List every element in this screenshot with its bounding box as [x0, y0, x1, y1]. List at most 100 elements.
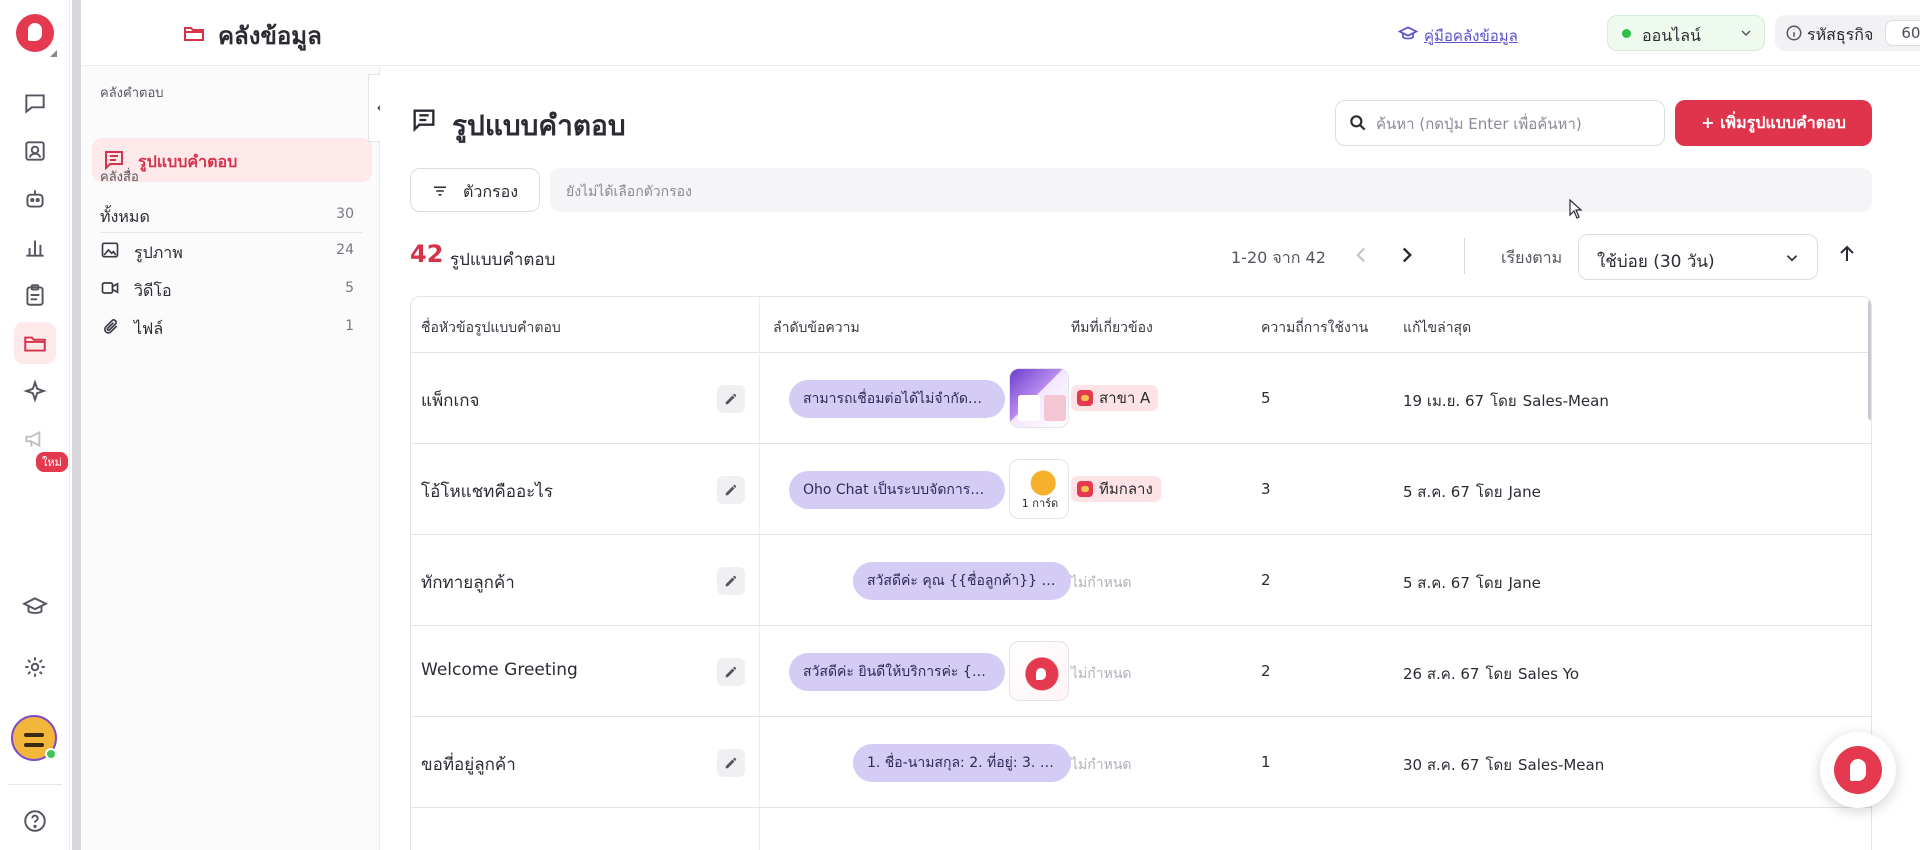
add-answer-template-button[interactable]: + เพิ่มรูปแบบคำตอบ: [1675, 100, 1872, 146]
rail-settings-button[interactable]: [14, 646, 56, 688]
message-preview: สามารถเชื่อมต่อได้ไม่จำกัดจำนวน...: [789, 380, 1005, 418]
sidebar-divider: [100, 232, 362, 233]
team-unassigned: ไม่กำหนด: [1071, 666, 1132, 682]
library-sidebar: คลังคำตอบ รูปแบบคำตอบ คลังสื่อ ทั้งหมด 3…: [82, 66, 380, 850]
no-filter-text: ยังไม่ได้เลือกตัวกรอง: [566, 184, 692, 200]
usage-frequency: 5: [1261, 389, 1271, 407]
answer-templates-table: ชื่อหัวข้อรูปแบบคำตอบ ลำดับข้อความ ทีมที…: [410, 296, 1872, 850]
pager-divider: [1464, 238, 1465, 274]
online-status-dot: [45, 748, 57, 760]
sidebar-item-count: 30: [336, 206, 354, 222]
sidebar-item-videos[interactable]: วิดีโอ 5: [100, 274, 362, 304]
rail-learning-button[interactable]: [14, 586, 56, 628]
business-id-code[interactable]: 601438: [1885, 20, 1920, 46]
online-status-select[interactable]: ออนไลน์: [1607, 15, 1765, 51]
rail-contacts-button[interactable]: [14, 130, 56, 172]
sidebar-item-label: รูปภาพ: [134, 243, 183, 262]
rail-bot-button[interactable]: [14, 178, 56, 220]
sidebar-section-media: คลังสื่อ: [100, 170, 139, 185]
pagination-text: 1-20 จาก 42: [1231, 248, 1326, 267]
message-image-thumbnail: [1009, 641, 1069, 701]
edit-button[interactable]: [717, 749, 745, 777]
template-name: แพ็กเกจ: [421, 391, 480, 411]
filter-icon: [434, 186, 446, 196]
editor-name: Sales-Mean: [1518, 756, 1605, 774]
arrow-up-icon[interactable]: [1835, 242, 1859, 266]
table-scrollbar[interactable]: [1868, 300, 1871, 420]
table-row[interactable]: แพ็กเกจ สามารถเชื่อมต่อได้ไม่จำกัดจำนวน.…: [411, 353, 1871, 444]
rail-task-button[interactable]: [14, 274, 56, 316]
graduation-cap-icon: [1398, 26, 1418, 40]
rail-report-button[interactable]: [14, 226, 56, 268]
rail-scrollbar[interactable]: [72, 0, 81, 850]
status-text: ออนไลน์: [1642, 26, 1701, 45]
edited-by-label: โดย: [1475, 483, 1503, 501]
sort-select[interactable]: ใช้บ่อย (30 วัน): [1578, 234, 1818, 280]
bot-icon: [26, 190, 44, 208]
sparkle-icon: [23, 379, 47, 403]
edited-by-label: โดย: [1485, 665, 1513, 683]
page-section-title: คลังข้อมูล: [218, 22, 322, 50]
col-header-frequency[interactable]: ความถี่การใช้งาน: [1261, 317, 1368, 339]
edited-by-label: โดย: [1490, 392, 1517, 410]
sort-value: ใช้บ่อย (30 วัน): [1597, 252, 1715, 272]
rail-library-button[interactable]: [14, 322, 56, 364]
team-icon: [1077, 481, 1093, 497]
info-icon: [1786, 25, 1802, 41]
oho-logo-icon[interactable]: [16, 14, 54, 52]
edit-date: 5 ส.ค. 67: [1403, 483, 1470, 501]
table-row[interactable]: โอ้โหแชทคืออะไร Oho Chat เป็นระบบจัดการแ…: [411, 444, 1871, 535]
page-title: รูปแบบคำตอบ: [452, 109, 626, 142]
table-row[interactable]: ขอที่อยู่ลูกค้า 1. ชื่อ-นามสกุล: 2. ที่อ…: [411, 717, 1871, 808]
col-header-last-edited[interactable]: แก้ไขล่าสุด: [1403, 317, 1471, 339]
rail-help-button[interactable]: [14, 800, 56, 842]
edit-button[interactable]: [717, 385, 745, 413]
icon-rail: ใหม่: [0, 0, 70, 850]
video-icon: [101, 282, 119, 294]
pencil-icon: [725, 575, 737, 587]
main-content: รูปแบบคำตอบ + เพิ่มรูปแบบคำตอบ ตัวกรอง ย…: [380, 66, 1920, 850]
usage-frequency: 2: [1261, 571, 1271, 589]
sidebar-item-label: รูปแบบคำตอบ: [138, 152, 238, 171]
col-header-name[interactable]: ชื่อหัวข้อรูปแบบคำตอบ: [421, 317, 561, 339]
table-row[interactable]: Welcome Greeting สวัสดีค่ะ ยินดีให้บริกา…: [411, 626, 1871, 717]
template-name: Welcome Greeting: [421, 660, 578, 680]
sidebar-item-images[interactable]: รูปภาพ 24: [100, 236, 362, 266]
usage-frequency: 3: [1261, 480, 1271, 498]
template-name: ขอที่อยู่ลูกค้า: [421, 755, 516, 775]
search-input[interactable]: [1376, 111, 1656, 137]
folder-icon: [24, 336, 46, 352]
message-preview: Oho Chat เป็นระบบจัดการแชท ตัว...: [789, 471, 1005, 509]
rail-chat-button[interactable]: [14, 82, 56, 124]
edit-button[interactable]: [717, 567, 745, 595]
edited-by-label: โดย: [1475, 574, 1503, 592]
sidebar-item-all[interactable]: ทั้งหมด 30: [100, 200, 362, 230]
edit-button[interactable]: [717, 658, 745, 686]
library-manual-link[interactable]: คู่มือคลังข้อมูล: [1424, 24, 1518, 48]
chevron-right-icon[interactable]: [1394, 242, 1420, 268]
rail-ai-button[interactable]: [14, 370, 56, 412]
filter-button[interactable]: ตัวกรอง: [410, 168, 540, 212]
table-row[interactable]: ทักทายลูกค้า สวัสดีค่ะ คุณ {{ชื่อลูกค้า}…: [411, 535, 1871, 626]
sidebar-item-files[interactable]: ไฟล์ 1: [100, 312, 362, 342]
support-chat-button[interactable]: [1820, 732, 1896, 808]
pencil-icon: [725, 757, 737, 769]
edit-date: 26 ส.ค. 67: [1403, 665, 1480, 683]
editor-name: Jane: [1508, 574, 1541, 592]
editor-name: Jane: [1508, 483, 1541, 501]
chevron-left-icon[interactable]: [1348, 242, 1374, 268]
rail-divider: [8, 784, 62, 785]
sidebar-item-count: 24: [336, 242, 354, 258]
business-id-panel: รหัสธุรกิจ 601438: [1775, 15, 1920, 51]
pencil-icon: [725, 484, 737, 496]
chat-icon: [25, 94, 45, 114]
sidebar-section-answers: คลังคำตอบ: [100, 86, 164, 101]
edit-button[interactable]: [717, 476, 745, 504]
rail-broadcast-button[interactable]: [14, 418, 56, 460]
template-name: โอ้โหแชทคืออะไร: [421, 482, 553, 502]
active-filters-bar[interactable]: ยังไม่ได้เลือกตัวกรอง: [550, 168, 1872, 212]
megaphone-icon: [25, 430, 41, 448]
table-header: ชื่อหัวข้อรูปแบบคำตอบ ลำดับข้อความ ทีมที…: [411, 297, 1871, 353]
top-bar: คลังข้อมูล คู่มือคลังข้อมูล ออนไลน์ รหัส…: [82, 0, 1920, 66]
col-header-team: ทีมที่เกี่ยวข้อง: [1071, 320, 1153, 336]
